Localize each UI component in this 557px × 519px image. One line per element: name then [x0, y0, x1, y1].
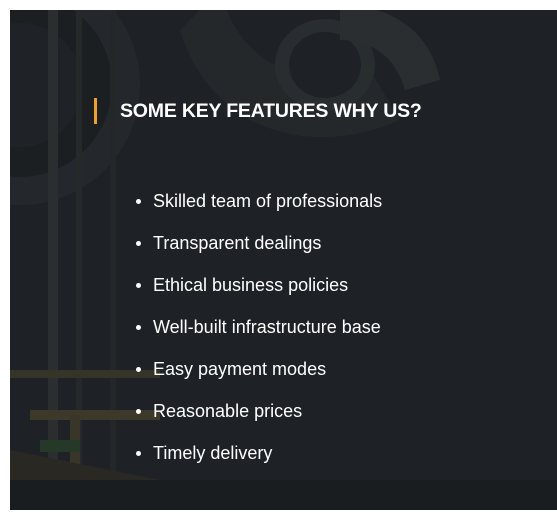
feature-label: Ethical business policies [153, 274, 349, 295]
bullet-icon [136, 450, 141, 456]
bullet-icon [136, 240, 141, 246]
bullet-icon [136, 282, 141, 288]
bullet-icon [136, 198, 141, 204]
list-item: Skilled team of professionals [136, 180, 382, 222]
feature-label: Easy payment modes [153, 358, 327, 379]
list-item: Well-built infrastructure base [136, 306, 382, 348]
bullet-icon [136, 366, 141, 372]
feature-label: Skilled team of professionals [153, 190, 383, 211]
features-list: Skilled team of professionals Transparen… [136, 180, 382, 474]
feature-label: Reasonable prices [153, 400, 303, 421]
heading-accent-bar [94, 98, 97, 124]
feature-label: Well-built infrastructure base [153, 316, 381, 337]
list-item: Ethical business policies [136, 264, 382, 306]
bullet-icon [136, 324, 141, 330]
bullet-icon [136, 408, 141, 414]
list-item: Timely delivery [136, 432, 382, 474]
list-item: Reasonable prices [136, 390, 382, 432]
page: SOME KEY FEATURES WHY US? Skilled team o… [0, 0, 557, 519]
section-heading: SOME KEY FEATURES WHY US? [94, 98, 422, 124]
feature-label: Transparent dealings [153, 232, 322, 253]
list-item: Easy payment modes [136, 348, 382, 390]
section-title: SOME KEY FEATURES WHY US? [120, 99, 422, 122]
list-item: Transparent dealings [136, 222, 382, 264]
feature-label: Timely delivery [153, 442, 273, 463]
features-panel: SOME KEY FEATURES WHY US? Skilled team o… [10, 10, 557, 510]
